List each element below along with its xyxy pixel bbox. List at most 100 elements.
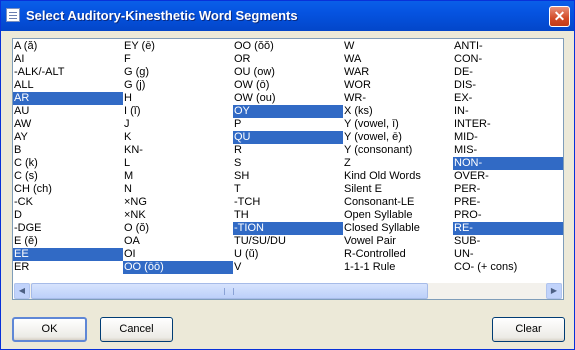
list-item[interactable]: Y (vowel, ī) <box>343 118 453 131</box>
list-item[interactable]: CH (ch) <box>13 183 123 196</box>
list-item[interactable]: AW <box>13 118 123 131</box>
list-item[interactable]: R-Controlled <box>343 248 453 261</box>
ok-button[interactable]: OK <box>12 317 87 342</box>
title-bar[interactable]: Select Auditory-Kinesthetic Word Segment… <box>1 1 574 31</box>
list-item[interactable]: S <box>233 157 343 170</box>
list-item[interactable]: D <box>13 209 123 222</box>
list-item[interactable]: E (ĕ) <box>13 235 123 248</box>
list-item[interactable]: DE- <box>453 66 563 79</box>
list-item[interactable]: -ALK/-ALT <box>13 66 123 79</box>
list-item[interactable]: ER <box>13 261 123 274</box>
list-item[interactable]: NON- <box>453 157 563 170</box>
list-item[interactable]: OO (ŏŏ) <box>233 40 343 53</box>
list-item[interactable]: B <box>13 144 123 157</box>
list-item[interactable]: W <box>343 40 453 53</box>
list-item[interactable]: EX- <box>453 92 563 105</box>
list-item[interactable]: DIS- <box>453 79 563 92</box>
list-item[interactable]: 1-1-1 Rule <box>343 261 453 274</box>
list-item[interactable]: OA <box>123 235 233 248</box>
list-item[interactable]: OY <box>233 105 343 118</box>
close-button[interactable]: ✕ <box>549 6 570 27</box>
list-item[interactable]: M <box>123 170 233 183</box>
cancel-button[interactable]: Cancel <box>100 317 173 342</box>
list-item[interactable]: QU <box>233 131 343 144</box>
list-item[interactable]: SUB- <box>453 235 563 248</box>
list-item[interactable]: H <box>123 92 233 105</box>
list-item[interactable]: C (s) <box>13 170 123 183</box>
list-item[interactable]: OI <box>123 248 233 261</box>
list-item[interactable]: OVER- <box>453 170 563 183</box>
list-item[interactable]: CON- <box>453 53 563 66</box>
list-item[interactable]: WAR <box>343 66 453 79</box>
list-item[interactable]: RE- <box>453 222 563 235</box>
list-item[interactable]: ANTI- <box>453 40 563 53</box>
list-item[interactable]: CO- (+ cons) <box>453 261 563 274</box>
list-item[interactable]: Kind Old Words <box>343 170 453 183</box>
list-item[interactable]: V <box>233 261 343 274</box>
list-item[interactable]: J <box>123 118 233 131</box>
list-item[interactable]: Z <box>343 157 453 170</box>
list-item[interactable]: OW (ō) <box>233 79 343 92</box>
list-item[interactable]: UN- <box>453 248 563 261</box>
list-item[interactable]: Y (vowel, ē) <box>343 131 453 144</box>
list-item[interactable]: Y (consonant) <box>343 144 453 157</box>
list-item[interactable]: OR <box>233 53 343 66</box>
list-item[interactable]: -TION <box>233 222 343 235</box>
list-item[interactable]: EE <box>13 248 123 261</box>
scroll-right-button[interactable]: ▶ <box>546 283 562 299</box>
list-item[interactable]: C (k) <box>13 157 123 170</box>
list-item[interactable]: OO (ōō) <box>123 261 233 274</box>
list-item[interactable]: Silent E <box>343 183 453 196</box>
list-item[interactable]: F <box>123 53 233 66</box>
list-item[interactable]: Open Syllable <box>343 209 453 222</box>
list-item[interactable]: ALL <box>13 79 123 92</box>
list-item[interactable]: OW (ou) <box>233 92 343 105</box>
list-item[interactable]: WA <box>343 53 453 66</box>
scroll-thumb[interactable] <box>31 283 428 299</box>
list-item[interactable]: X (ks) <box>343 105 453 118</box>
list-item[interactable]: T <box>233 183 343 196</box>
list-item[interactable]: PER- <box>453 183 563 196</box>
list-item[interactable]: AI <box>13 53 123 66</box>
list-item[interactable]: P <box>233 118 343 131</box>
list-item[interactable]: WR- <box>343 92 453 105</box>
list-item[interactable]: SH <box>233 170 343 183</box>
list-item[interactable]: Consonant-LE <box>343 196 453 209</box>
list-item[interactable]: O (ŏ) <box>123 222 233 235</box>
list-item[interactable]: TU/SU/DU <box>233 235 343 248</box>
list-item[interactable]: EY (ē) <box>123 40 233 53</box>
list-item[interactable]: WOR <box>343 79 453 92</box>
list-item[interactable]: U (ŭ) <box>233 248 343 261</box>
list-item[interactable]: ×NK <box>123 209 233 222</box>
list-item[interactable]: MID- <box>453 131 563 144</box>
list-item[interactable]: AR <box>13 92 123 105</box>
list-item[interactable]: ×NG <box>123 196 233 209</box>
horizontal-scrollbar[interactable]: ◀ ▶ <box>14 283 562 299</box>
word-segment-list[interactable]: A (ă) AI -ALK/-ALT ALL AR AU AW AY B C (k) C (s) CH… <box>12 38 564 300</box>
list-item[interactable]: G (g) <box>123 66 233 79</box>
list-item[interactable]: PRO- <box>453 209 563 222</box>
list-item[interactable]: AU <box>13 105 123 118</box>
list-item[interactable]: -TCH <box>233 196 343 209</box>
list-item[interactable]: A (ă) <box>13 40 123 53</box>
clear-button[interactable]: Clear <box>492 317 565 342</box>
list-item[interactable]: MIS- <box>453 144 563 157</box>
list-item[interactable]: PRE- <box>453 196 563 209</box>
list-item[interactable]: R <box>233 144 343 157</box>
list-item[interactable]: Vowel Pair <box>343 235 453 248</box>
list-item[interactable]: TH <box>233 209 343 222</box>
list-item[interactable]: AY <box>13 131 123 144</box>
list-item[interactable]: IN- <box>453 105 563 118</box>
list-item[interactable]: I (ĭ) <box>123 105 233 118</box>
list-item[interactable]: OU (ow) <box>233 66 343 79</box>
list-item[interactable]: -DGE <box>13 222 123 235</box>
list-item[interactable]: N <box>123 183 233 196</box>
list-item[interactable]: KN- <box>123 144 233 157</box>
list-item[interactable]: INTER- <box>453 118 563 131</box>
list-item[interactable]: K <box>123 131 233 144</box>
list-item[interactable]: L <box>123 157 233 170</box>
scroll-left-button[interactable]: ◀ <box>14 283 30 299</box>
list-item[interactable]: Closed Syllable <box>343 222 453 235</box>
list-item[interactable]: -CK <box>13 196 123 209</box>
list-item[interactable]: G (j) <box>123 79 233 92</box>
